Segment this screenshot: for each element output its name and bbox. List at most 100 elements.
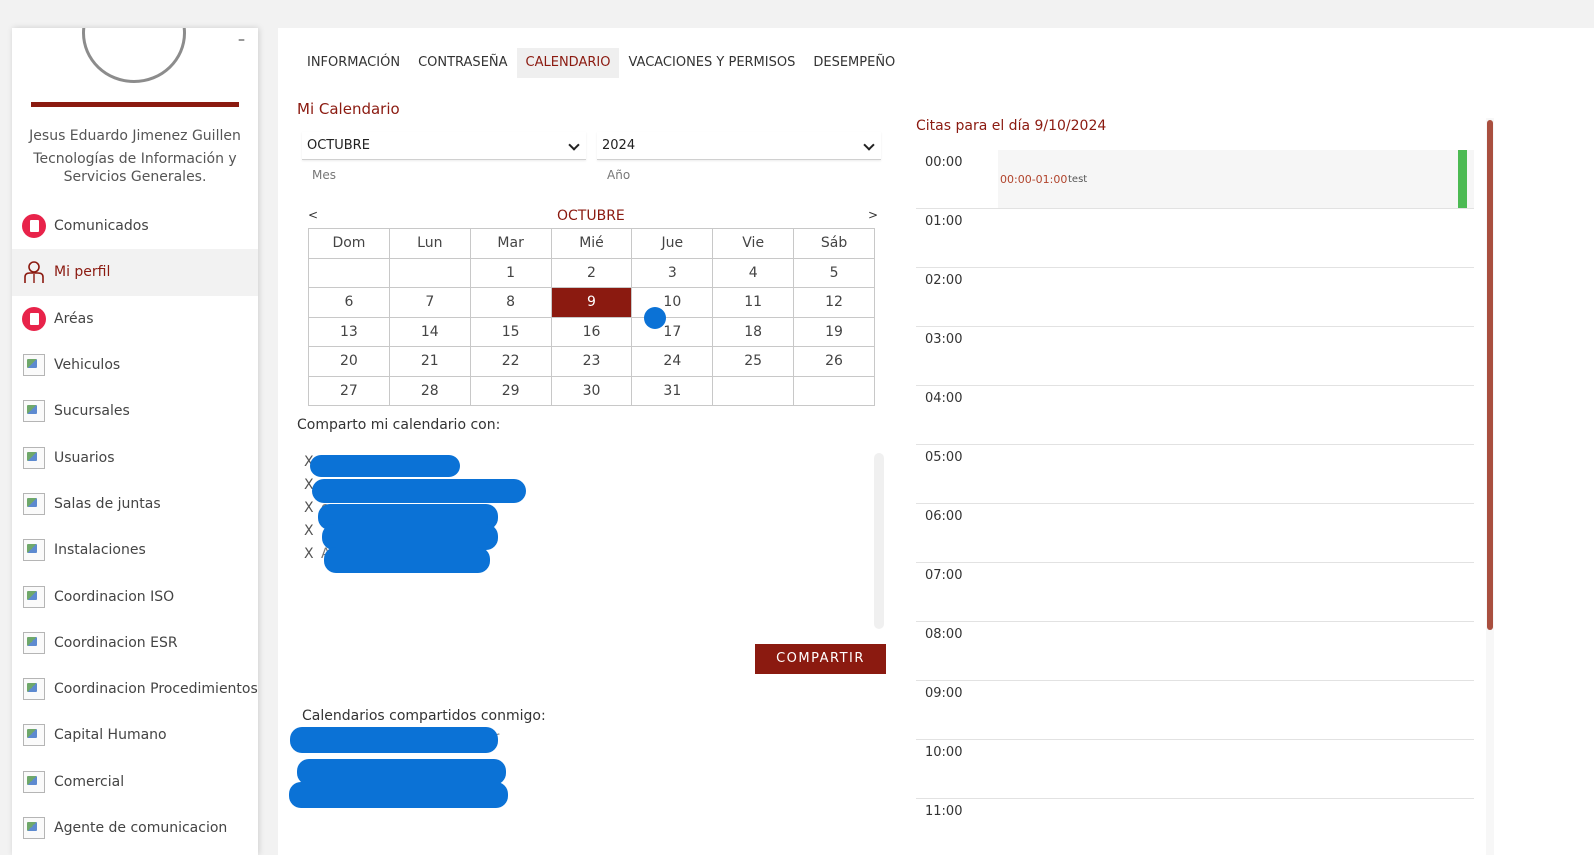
calendar-day[interactable]: 3 — [631, 257, 714, 288]
sidebar-item-instalaciones[interactable]: Instalaciones — [12, 527, 258, 573]
calendar-day[interactable]: 22 — [469, 346, 552, 377]
clipboard-icon — [22, 306, 46, 331]
sidebar-item-label: Usuarios — [54, 449, 115, 466]
remove-share-button[interactable]: X — [304, 500, 314, 516]
weekday-header: Sáb — [793, 228, 875, 259]
calendar-day[interactable]: 29 — [469, 375, 552, 406]
sidebar-item-coordinacion-esr[interactable]: Coordinacion ESR — [12, 620, 258, 666]
hour-slot[interactable]: 01:00 — [916, 209, 1474, 268]
calendar-day[interactable]: 7 — [388, 287, 471, 318]
calendar-empty-cell — [712, 375, 795, 406]
sidebar-item-comunicados[interactable]: Comunicados — [12, 203, 258, 249]
calendar-day[interactable]: 25 — [712, 346, 795, 377]
scrollbar-thumb[interactable] — [1487, 120, 1493, 630]
calendar-day[interactable]: 9 — [550, 287, 633, 318]
sidebar-item-label: Agente de comunicacion — [54, 820, 228, 836]
calendar-day[interactable]: 1 — [469, 257, 552, 288]
calendar-empty-cell — [308, 257, 390, 288]
broken-image-icon — [22, 677, 46, 701]
calendar-grid: Dom Lun Mar Mié Jue Vie Sáb 1 2 3 4 5 6 7 8 9 10 11 12 13 1… — [308, 228, 875, 406]
sidebar: – Jesus Eduardo Jimenez Guillen Tecnolog… — [12, 28, 258, 855]
next-month-button[interactable]: > — [868, 208, 878, 222]
touch-indicator — [644, 307, 666, 329]
tab-calendario[interactable]: CALENDARIO — [516, 48, 620, 78]
year-select-value: 2024 — [602, 138, 636, 153]
profile-tabs: INFORMACIÓN CONTRASEÑA CALENDARIO VACACIONE… — [298, 48, 904, 78]
shared-with-me-title: Calendarios compartidos conmigo: — [302, 708, 546, 724]
calendar-day[interactable]: 16 — [550, 316, 633, 347]
hour-slot[interactable]: 09:00 — [916, 681, 1474, 740]
event-color-bar — [1458, 150, 1467, 208]
sidebar-item-mi-perfil[interactable]: Mi perfil — [12, 249, 258, 296]
sidebar-item-coordinacion-procedimientos[interactable]: Coordinacion Procedimientos — [12, 666, 258, 712]
calendar-day[interactable]: 2 — [550, 257, 633, 288]
share-button[interactable]: COMPARTIR — [755, 644, 886, 674]
hour-label: 07:00 — [925, 568, 963, 583]
calendar-day[interactable]: 30 — [550, 375, 633, 406]
calendar-day[interactable]: 14 — [388, 316, 471, 347]
calendar-day[interactable]: 12 — [793, 287, 875, 318]
tab-desempeno[interactable]: DESEMPEÑO — [804, 48, 904, 78]
calendar-empty-cell — [388, 257, 471, 288]
hour-slot[interactable]: 10:00 — [916, 740, 1474, 799]
collapse-button[interactable]: – — [238, 32, 245, 48]
schedule-scrollbar[interactable] — [1486, 118, 1494, 855]
hour-slot[interactable]: 08:00 — [916, 622, 1474, 681]
sidebar-item-salas-de-juntas[interactable]: Salas de juntas — [12, 481, 258, 527]
broken-image-icon — [22, 816, 46, 840]
hour-label: 04:00 — [925, 391, 963, 406]
month-select[interactable]: OCTUBRE — [302, 132, 586, 160]
sidebar-item-sucursales[interactable]: Sucursales — [12, 388, 258, 434]
calendar-day[interactable]: 26 — [793, 346, 875, 377]
hour-slot[interactable]: 03:00 — [916, 327, 1474, 386]
hour-slot[interactable]: 02:00 — [916, 268, 1474, 327]
hour-slot[interactable]: 00:00 00:00-01:00 test — [916, 150, 1474, 209]
calendar-day[interactable]: 8 — [469, 287, 552, 318]
calendar-day[interactable]: 13 — [308, 316, 390, 347]
calendar-day[interactable]: 28 — [388, 375, 471, 406]
hour-slot[interactable]: 04:00 — [916, 386, 1474, 445]
sidebar-item-usuarios[interactable]: Usuarios — [12, 434, 258, 480]
calendar-day[interactable]: 5 — [793, 257, 875, 288]
sidebar-item-areas[interactable]: Aréas — [12, 296, 258, 342]
sidebar-item-vehiculos[interactable]: Vehiculos — [12, 342, 258, 388]
calendar-day[interactable]: 21 — [388, 346, 471, 377]
prev-month-button[interactable]: < — [308, 208, 318, 222]
calendar-day[interactable]: 6 — [308, 287, 390, 318]
hour-label: 09:00 — [925, 686, 963, 701]
sidebar-item-label: Instalaciones — [54, 542, 146, 559]
share-list-scrollbar[interactable] — [874, 453, 884, 629]
calendar-day[interactable]: 23 — [550, 346, 633, 377]
tab-contrasena[interactable]: CONTRASEÑA — [409, 48, 516, 78]
sidebar-item-capital-humano[interactable]: Capital Humano — [12, 712, 258, 758]
weekday-header: Jue — [631, 228, 714, 259]
calendar-day[interactable]: 4 — [712, 257, 795, 288]
calendar-day[interactable]: 18 — [712, 316, 795, 347]
weekday-header: Mié — [550, 228, 633, 259]
tab-vacaciones-y-permisos[interactable]: VACACIONES Y PERMISOS — [619, 48, 804, 78]
calendar-day[interactable]: 27 — [308, 375, 390, 406]
remove-share-button[interactable]: X — [304, 523, 314, 539]
tab-informacion[interactable]: INFORMACIÓN — [298, 48, 409, 78]
redaction-mark — [312, 479, 526, 503]
sidebar-item-coordinacion-iso[interactable]: Coordinacion ISO — [12, 573, 258, 619]
sidebar-item-label: Capital Humano — [54, 727, 167, 744]
calendar-day[interactable]: 31 — [631, 375, 714, 406]
hour-slot[interactable]: 05:00 — [916, 445, 1474, 504]
calendar-day[interactable]: 20 — [308, 346, 390, 377]
remove-share-button[interactable]: X — [304, 546, 314, 562]
calendar-day[interactable]: 11 — [712, 287, 795, 318]
sidebar-item-comercial[interactable]: Comercial — [12, 759, 258, 805]
calendar-month-heading: OCTUBRE — [557, 208, 625, 224]
share-title: Comparto mi calendario con: — [297, 417, 501, 433]
hour-slot[interactable]: 07:00 — [916, 563, 1474, 622]
year-select[interactable]: 2024 — [597, 132, 881, 160]
calendar-day[interactable]: 19 — [793, 316, 875, 347]
hour-slot[interactable]: 11:00 — [916, 799, 1474, 855]
calendar-day[interactable]: 15 — [469, 316, 552, 347]
appointment-event[interactable]: 00:00-01:00 test — [998, 150, 1474, 208]
sidebar-item-agente-de-comunicacion[interactable]: Agente de comunicacion — [12, 805, 258, 851]
redaction-mark — [324, 547, 490, 573]
calendar-day[interactable]: 24 — [631, 346, 714, 377]
hour-slot[interactable]: 06:00 — [916, 504, 1474, 563]
